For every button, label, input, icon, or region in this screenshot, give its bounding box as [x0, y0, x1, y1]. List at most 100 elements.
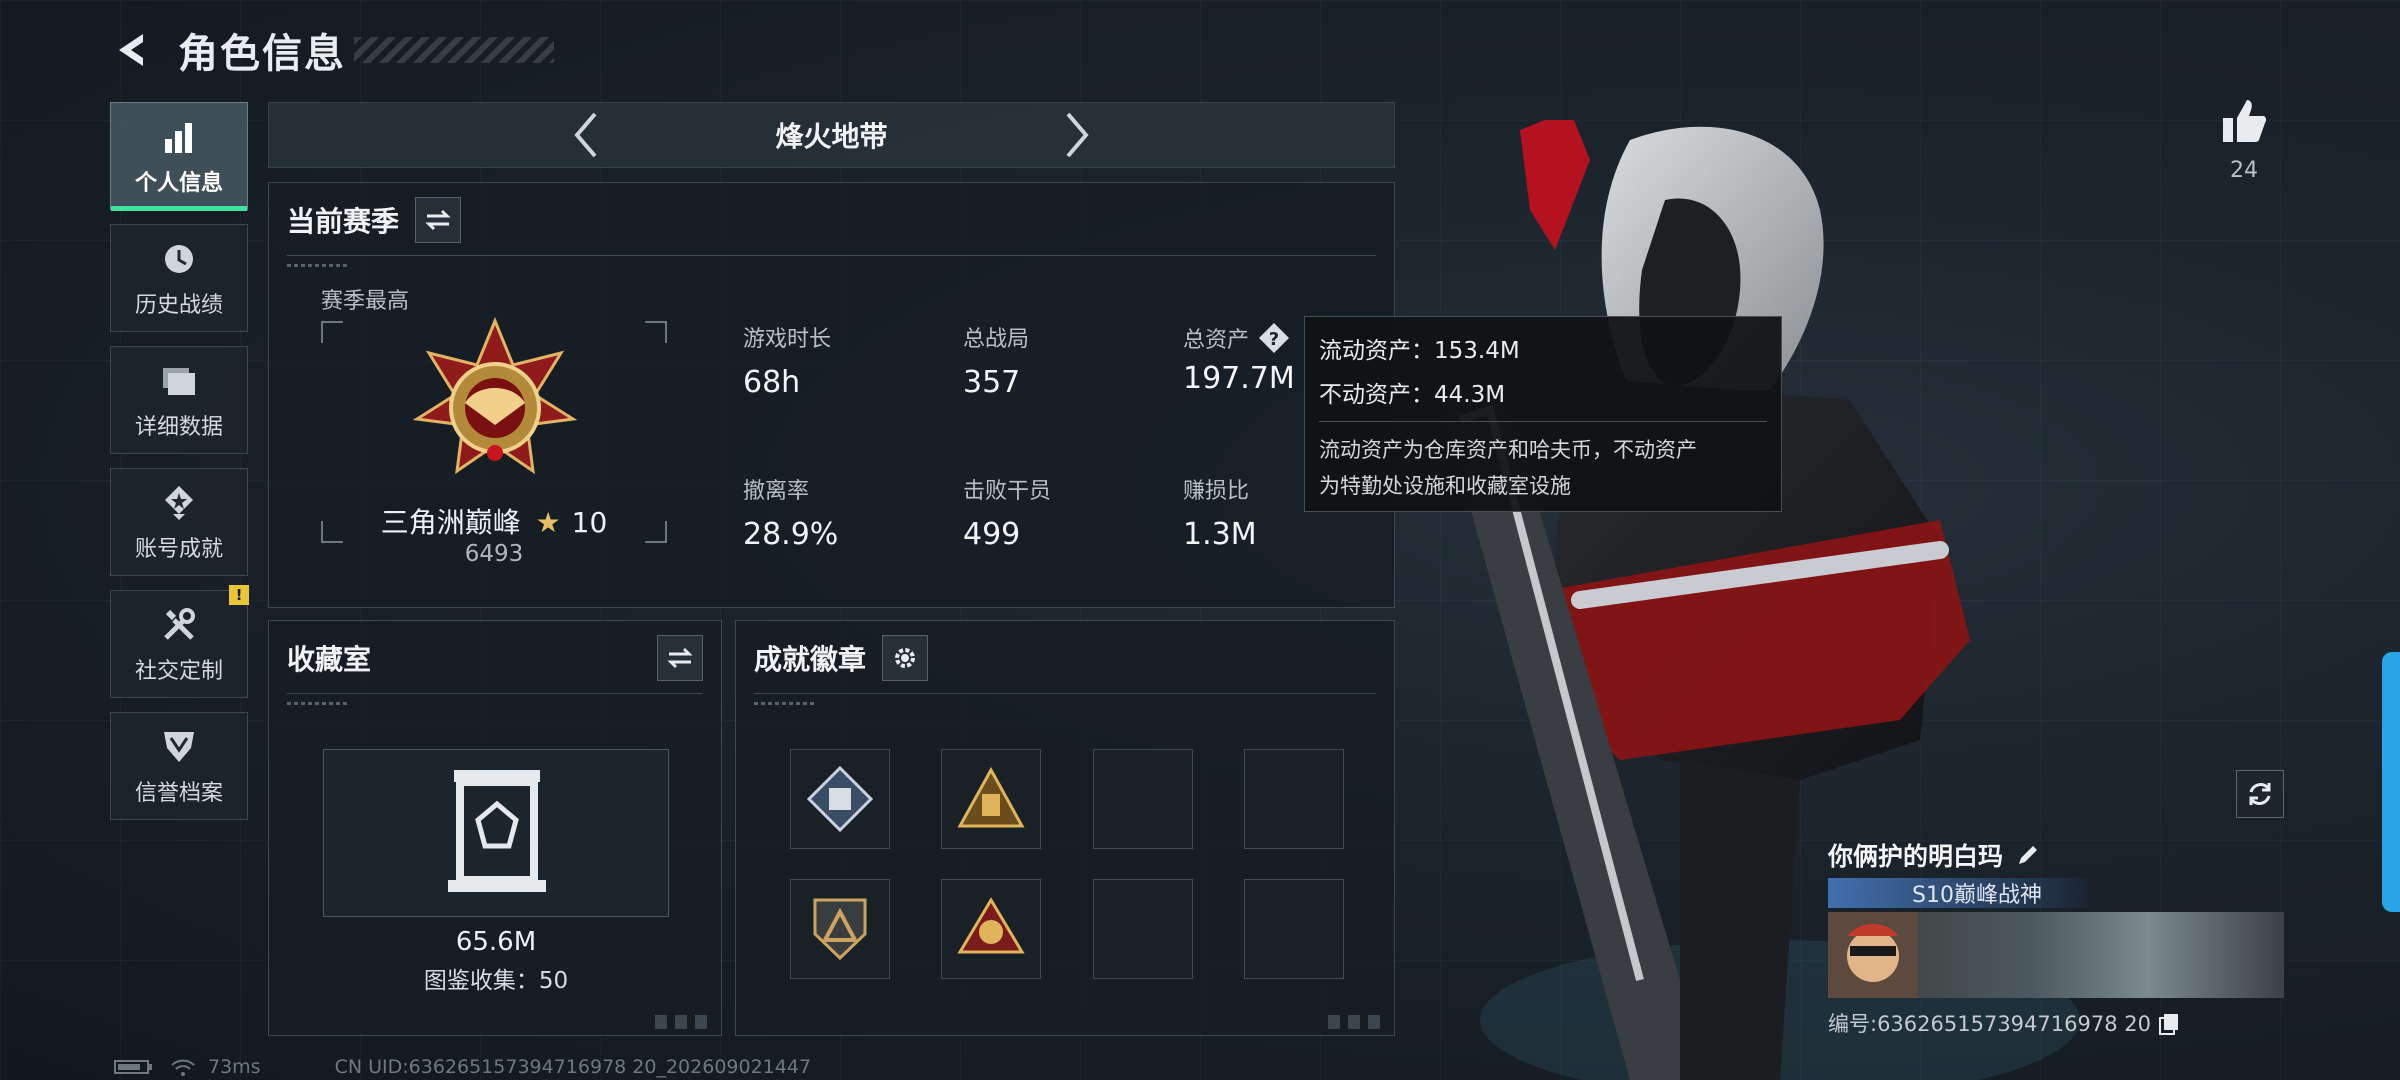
tooltip-description-line1: 流动资产为仓库资产和哈夫币，不动资产: [1319, 438, 1697, 462]
pyramid-badge-icon: [957, 766, 1025, 828]
edit-icon[interactable]: [2015, 842, 2041, 868]
shield-badge-icon: [813, 898, 867, 961]
badge-slot[interactable]: [941, 879, 1041, 979]
season-divider: [287, 255, 1376, 256]
stat-label: 撤离率: [743, 479, 810, 504]
player-title-banner: S10巅峰战神: [1828, 878, 2088, 908]
rank-stars: 10: [571, 506, 608, 539]
sidebar-item-label: 个人信息: [134, 171, 223, 196]
achievement-icon: [161, 481, 197, 525]
stat-label: 击败干员: [963, 479, 1052, 504]
mode-next-button[interactable]: [1048, 105, 1108, 165]
tooltip-fixed-assets: 不动资产：44.3M: [1319, 382, 1506, 408]
collection-divider: [287, 693, 703, 694]
swap-icon: [425, 209, 451, 231]
help-icon[interactable]: ?: [1257, 321, 1291, 355]
stat-kills: 击败干员 499: [963, 473, 1163, 552]
tools-icon: [160, 603, 198, 647]
badge-slot[interactable]: [790, 749, 890, 849]
display-case-frame: [323, 749, 669, 917]
bar-chart-icon: [161, 115, 197, 159]
page-title: 角色信息: [178, 31, 346, 77]
sidebar-item-label: 社交定制: [134, 659, 223, 684]
refresh-icon: [2249, 783, 2271, 805]
name-card-image: [1828, 912, 2284, 998]
mode-prev-button[interactable]: [555, 105, 615, 165]
gold-badge-icon: [957, 897, 1025, 954]
gear-icon: [895, 648, 916, 668]
network-ping: 73ms: [208, 1056, 261, 1078]
sidebar-item-detailed-data[interactable]: 详细数据: [110, 346, 248, 454]
player-id: 编号:636265157394716978 20: [1828, 1012, 2151, 1036]
stat-label: 总资产: [1183, 328, 1250, 353]
mode-title: 烽火地带: [775, 120, 888, 153]
season-best-label: 赛季最高: [321, 289, 410, 314]
tooltip-liquid-assets: 流动资产：153.4M: [1319, 338, 1520, 364]
sidebar-item-personal-info[interactable]: 个人信息: [110, 102, 248, 211]
collection-room-panel[interactable]: 收藏室 65.6M 图鉴收集：50: [268, 620, 722, 1036]
collection-count: 图鉴收集：50: [423, 968, 569, 994]
corner-decoration: [655, 1015, 711, 1029]
sidebar: 个人信息 历史战绩 详细数据 账号成就 ! 社交定制 信誉档案: [110, 102, 250, 834]
decor-bar: [287, 264, 347, 267]
collection-title: 收藏室: [287, 643, 372, 676]
badge-slot-empty[interactable]: [1244, 879, 1344, 979]
stat-play-time: 游戏时长 68h: [743, 321, 943, 400]
shield-icon: [161, 725, 197, 769]
achievement-badges-panel: 成就徽章: [735, 620, 1395, 1036]
badges-settings-button[interactable]: [882, 635, 929, 681]
warning-badge: !: [229, 585, 249, 605]
wifi-icon: [171, 1059, 195, 1076]
badge-slot-empty[interactable]: [1093, 749, 1193, 849]
diamond-badge-icon: [806, 765, 874, 833]
assets-tooltip: 流动资产：153.4M 不动资产：44.3M 流动资产为仓库资产和哈夫币，不动资…: [1304, 316, 1782, 512]
svg-text:?: ?: [1269, 329, 1279, 350]
collection-value: 65.6M: [455, 927, 537, 957]
copy-icon[interactable]: [2157, 1011, 2181, 1035]
sidebar-item-achievements[interactable]: 账号成就: [110, 468, 248, 576]
decor-bar: [754, 702, 814, 705]
sidebar-item-label: 信誉档案: [134, 781, 223, 806]
sidebar-item-history[interactable]: 历史战绩: [110, 224, 248, 332]
like-button[interactable]: [2214, 96, 2274, 150]
tooltip-description-line2: 为特勤处设施和收藏室设施: [1319, 474, 1571, 498]
badge-slot[interactable]: [941, 749, 1041, 849]
stat-label: 游戏时长: [743, 327, 832, 352]
chevron-left-icon: [574, 112, 598, 158]
collection-switch-button[interactable]: [657, 635, 703, 681]
stat-label: 总战局: [963, 327, 1030, 352]
tooltip-divider: [1319, 421, 1767, 422]
sidebar-item-label: 历史战绩: [134, 293, 223, 318]
sidebar-item-label: 详细数据: [134, 415, 223, 440]
folder-icon: [161, 359, 197, 403]
sidebar-item-reputation[interactable]: 信誉档案: [110, 712, 248, 820]
rank-name-text: 三角洲巅峰: [380, 506, 521, 539]
rank-score: 6493: [464, 541, 524, 567]
stat-value: 1.3M: [1183, 517, 1257, 552]
refresh-button[interactable]: [2236, 770, 2284, 818]
stat-extract-rate: 撤离率 28.9%: [743, 473, 943, 552]
rank-star-icon: ★: [535, 506, 561, 539]
badge-slot-empty[interactable]: [1244, 749, 1344, 849]
chevron-right-icon: [1065, 112, 1089, 158]
avatar-image: [1828, 912, 1918, 998]
decor-bar: [287, 702, 347, 705]
badge-slot-empty[interactable]: [1093, 879, 1193, 979]
title-decoration: [354, 37, 554, 63]
sidebar-item-label: 账号成就: [134, 537, 223, 562]
current-season-panel: 当前赛季 赛季最高 三角洲巅峰 ★ 10 6493 游戏时长 68h 总战局 3…: [268, 182, 1395, 608]
back-button[interactable]: [110, 28, 154, 72]
status-bar: 73ms CN UID:636265157394716978 20_202609…: [114, 1054, 811, 1080]
stat-total-matches: 总战局 357: [963, 321, 1163, 400]
badge-slot[interactable]: [790, 879, 890, 979]
season-switch-button[interactable]: [415, 197, 462, 243]
side-drawer-tab[interactable]: [2382, 652, 2400, 912]
swap-icon: [667, 647, 693, 669]
page-header: 角色信息: [110, 22, 554, 78]
stat-value: 28.9%: [743, 517, 839, 552]
player-title: S10巅峰战神: [1912, 883, 2042, 908]
mode-selector: 烽火地带: [268, 102, 1395, 168]
badges-title: 成就徽章: [754, 643, 867, 676]
sidebar-item-social-customize[interactable]: ! 社交定制: [110, 585, 249, 698]
rank-name: 三角洲巅峰 ★ 10: [321, 501, 667, 541]
